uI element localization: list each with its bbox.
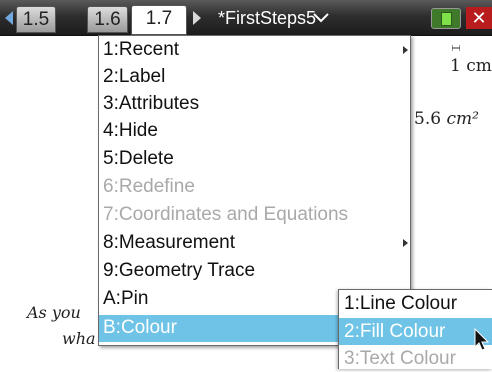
menu-item-label: 6:Redefine [103, 176, 195, 197]
scale-label: 1 cm [450, 56, 492, 76]
menu-item-attributes[interactable]: 3:Attributes [99, 91, 410, 118]
submenu-item-fill-colour[interactable]: 2:Fill Colour [339, 318, 492, 345]
menu-item-label: 1:Recent [103, 39, 180, 60]
menu-item-label: 2:Label [103, 66, 166, 87]
menu-item-geometry-trace[interactable]: 9:Geometry Trace [99, 258, 410, 285]
menu-item-label: 4:Hide [103, 120, 158, 141]
tab-1-6[interactable]: 1.6 [87, 6, 128, 33]
mouse-pointer-icon [474, 328, 490, 351]
submenu-item-line-colour[interactable]: 1:Line Colour [339, 290, 492, 317]
menu-item-recent[interactable]: 1:Recent [99, 37, 410, 64]
submenu-arrow-icon [403, 239, 408, 247]
nav-left-arrow-icon[interactable] [5, 11, 13, 25]
close-icon[interactable]: ✕ [466, 7, 492, 29]
area-value: 5.6 [414, 109, 442, 129]
colour-submenu: 1:Line Colour 2:Fill Colour 3:Text Colou… [338, 289, 492, 369]
scale-marker-icon [452, 45, 460, 51]
tab-1-5[interactable]: 1.5 [16, 6, 56, 33]
document-text-line-2: wha [62, 329, 96, 348]
menu-item-hide[interactable]: 4:Hide [99, 118, 410, 145]
menu-item-label: B:Colour [103, 317, 177, 338]
menu-item-label[interactable]: 2:Label [99, 64, 410, 91]
menu-item-label: 7:Coordinates and Equations [103, 204, 349, 225]
tab-1-7[interactable]: 1.7 [131, 5, 187, 35]
area-measurement[interactable]: 5.6 cm² [414, 109, 479, 129]
nav-right-arrow-icon[interactable] [193, 11, 201, 25]
menu-item-redefine: 6:Redefine [99, 174, 410, 201]
menu-item-label: A:Pin [103, 288, 149, 309]
chevron-down-icon[interactable] [312, 12, 330, 24]
submenu-arrow-icon [403, 46, 408, 54]
submenu-item-text-colour: 3:Text Colour [344, 348, 456, 369]
document-title[interactable]: *FirstSteps5 [218, 7, 316, 29]
battery-icon [431, 8, 461, 29]
menu-item-label: 8:Measurement [103, 232, 236, 253]
document-text-line-1: As you [27, 303, 81, 322]
menu-item-label: 3:Attributes [103, 93, 200, 114]
menu-item-coordinates-equations: 7:Coordinates and Equations [99, 202, 410, 229]
menu-item-label: 5:Delete [103, 148, 174, 169]
menu-item-delete[interactable]: 5:Delete [99, 146, 410, 173]
menu-item-label: 9:Geometry Trace [103, 260, 256, 281]
menu-item-measurement[interactable]: 8:Measurement [99, 230, 410, 257]
top-bar: 1.5 1.6 1.7 *FirstSteps5 ✕ [0, 0, 492, 36]
area-unit: cm² [446, 109, 479, 129]
